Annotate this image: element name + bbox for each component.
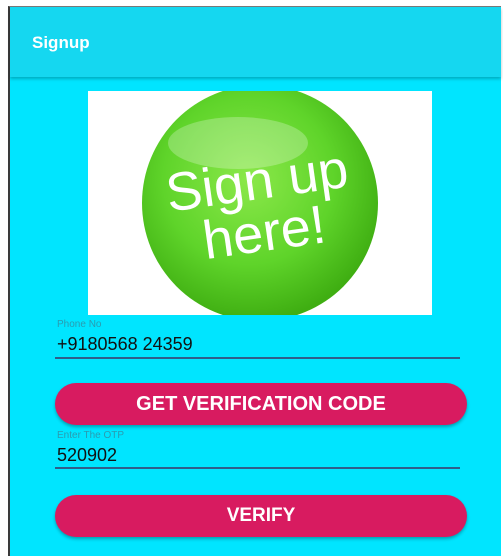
signup-circle-graphic: Sign up here!	[142, 91, 378, 315]
verify-button-label: VERIFY	[226, 505, 296, 526]
get-verification-code-button[interactable]: GET VERIFICATION CODE	[55, 383, 467, 425]
app-screen: Signup Sign up here! Phone No +9180568 2…	[8, 6, 501, 556]
signup-hero-image: Sign up here!	[88, 91, 432, 315]
phone-field-underline	[55, 357, 460, 359]
otp-field-underline	[55, 467, 460, 469]
phone-field-input[interactable]: +9180568 24359	[57, 334, 193, 355]
otp-field-label: Enter The OTP	[57, 430, 125, 441]
app-bar: Signup	[10, 7, 501, 77]
otp-field-input[interactable]: 520902	[57, 445, 117, 466]
get-verification-code-label: GET VERIFICATION CODE	[136, 392, 386, 415]
phone-field-label: Phone No	[57, 319, 102, 330]
app-title: Signup	[32, 33, 90, 52]
verify-button[interactable]: VERIFY	[55, 495, 467, 537]
